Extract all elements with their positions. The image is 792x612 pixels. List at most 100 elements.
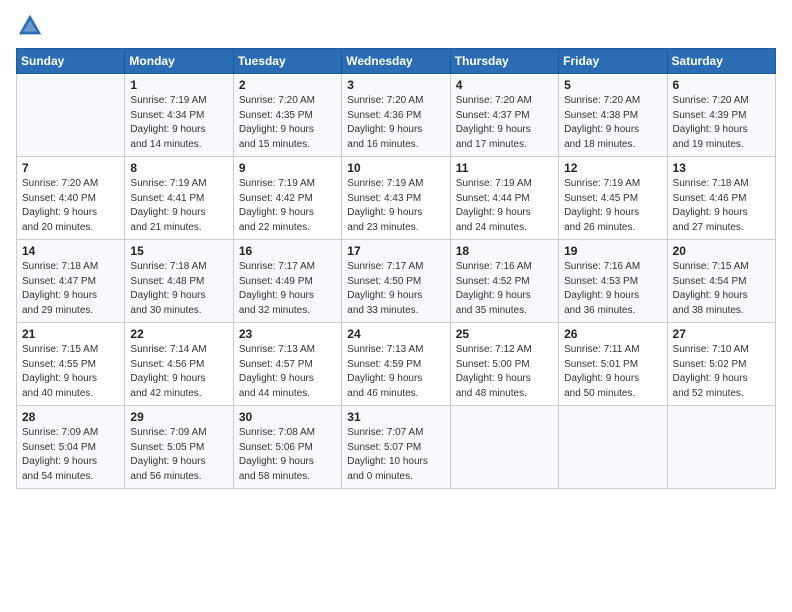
calendar-table: SundayMondayTuesdayWednesdayThursdayFrid… [16,48,776,489]
day-number: 14 [22,244,119,258]
calendar-cell: 13Sunrise: 7:18 AMSunset: 4:46 PMDayligh… [667,157,775,240]
cell-info: Sunrise: 7:19 AMSunset: 4:34 PMDaylight:… [130,94,227,152]
day-number: 27 [673,327,770,341]
calendar-cell: 25 Sunrise: 7:12 AMSunset: 5:00 PMDayligh… [450,323,558,406]
calendar-cell: 17 Sunrise: 7:17 AMSunset: 4:50 PMDayligh… [342,240,450,323]
cell-info: Sunrise: 7:19 AMSunset: 4:45 PMDaylight:… [564,177,661,235]
cell-info: Sunrise: 7:15 AMSunset: 4:55 PMDaylight:… [22,343,119,401]
cell-info: Sunrise: 7:14 AMSunset: 4:56 PMDaylight:… [130,343,227,401]
calendar-cell: 14 Sunrise: 7:18 AMSunset: 4:47 PMDayligh… [17,240,125,323]
day-number: 26 [564,327,661,341]
calendar-cell [450,406,558,489]
day-number: 5 [564,78,661,92]
day-number: 2 [239,78,336,92]
cell-info: Sunrise: 7:18 AMSunset: 4:46 PMDaylight:… [673,177,770,235]
cell-info: Sunrise: 7:13 AMSunset: 4:59 PMDaylight:… [347,343,444,401]
day-number: 7 [22,161,119,175]
calendar-cell [667,406,775,489]
cell-info: Sunrise: 7:07 AMSunset: 5:07 PMDaylight:… [347,426,444,484]
day-number: 17 [347,244,444,258]
col-header-wednesday: Wednesday [342,49,450,74]
day-number: 25 [456,327,553,341]
calendar-cell [559,406,667,489]
col-header-tuesday: Tuesday [233,49,341,74]
calendar-cell: 18Sunrise: 7:16 AMSunset: 4:52 PMDayligh… [450,240,558,323]
calendar-cell: 20 Sunrise: 7:15 AMSunset: 4:54 PMDayligh… [667,240,775,323]
cell-info: Sunrise: 7:09 AMSunset: 5:05 PMDaylight:… [130,426,227,484]
calendar-cell: 29Sunrise: 7:09 AMSunset: 5:05 PMDayligh… [125,406,233,489]
day-number: 20 [673,244,770,258]
day-number: 22 [130,327,227,341]
cell-info: Sunrise: 7:09 AMSunset: 5:04 PMDaylight:… [22,426,119,484]
cell-info: Sunrise: 7:18 AMSunset: 4:47 PMDaylight:… [22,260,119,318]
cell-info: Sunrise: 7:19 AMSunset: 4:43 PMDaylight:… [347,177,444,235]
cell-info: Sunrise: 7:20 AMSunset: 4:37 PMDaylight:… [456,94,553,152]
cell-info: Sunrise: 7:10 AMSunset: 5:02 PMDaylight:… [673,343,770,401]
day-number: 3 [347,78,444,92]
calendar-cell: 1 Sunrise: 7:19 AMSunset: 4:34 PMDaylight… [125,74,233,157]
cell-info: Sunrise: 7:17 AMSunset: 4:50 PMDaylight:… [347,260,444,318]
day-number: 18 [456,244,553,258]
logo-icon [16,12,44,40]
calendar-cell: 16Sunrise: 7:17 AMSunset: 4:49 PMDayligh… [233,240,341,323]
cell-info: Sunrise: 7:20 AMSunset: 4:40 PMDaylight:… [22,177,119,235]
header [16,12,776,40]
day-number: 1 [130,78,227,92]
col-header-sunday: Sunday [17,49,125,74]
calendar-cell: 26 Sunrise: 7:11 AMSunset: 5:01 PMDayligh… [559,323,667,406]
cell-info: Sunrise: 7:12 AMSunset: 5:00 PMDaylight:… [456,343,553,401]
page: SundayMondayTuesdayWednesdayThursdayFrid… [0,0,792,612]
cell-info: Sunrise: 7:19 AMSunset: 4:44 PMDaylight:… [456,177,553,235]
cell-info: Sunrise: 7:15 AMSunset: 4:54 PMDaylight:… [673,260,770,318]
calendar-cell: 4 Sunrise: 7:20 AMSunset: 4:37 PMDaylight… [450,74,558,157]
calendar-cell: 8Sunrise: 7:19 AMSunset: 4:41 PMDaylight… [125,157,233,240]
week-row-1: 7 Sunrise: 7:20 AMSunset: 4:40 PMDaylight… [17,157,776,240]
cell-info: Sunrise: 7:08 AMSunset: 5:06 PMDaylight:… [239,426,336,484]
calendar-cell: 6 Sunrise: 7:20 AMSunset: 4:39 PMDaylight… [667,74,775,157]
calendar-cell: 24 Sunrise: 7:13 AMSunset: 4:59 PMDayligh… [342,323,450,406]
calendar-cell: 23 Sunrise: 7:13 AMSunset: 4:57 PMDayligh… [233,323,341,406]
cell-info: Sunrise: 7:19 AMSunset: 4:42 PMDaylight:… [239,177,336,235]
day-number: 8 [130,161,227,175]
logo [16,12,48,40]
day-number: 4 [456,78,553,92]
cell-info: Sunrise: 7:11 AMSunset: 5:01 PMDaylight:… [564,343,661,401]
calendar-cell: 11 Sunrise: 7:19 AMSunset: 4:44 PMDayligh… [450,157,558,240]
day-number: 9 [239,161,336,175]
header-row: SundayMondayTuesdayWednesdayThursdayFrid… [17,49,776,74]
day-number: 31 [347,410,444,424]
day-number: 23 [239,327,336,341]
cell-info: Sunrise: 7:16 AMSunset: 4:53 PMDaylight:… [564,260,661,318]
cell-info: Sunrise: 7:18 AMSunset: 4:48 PMDaylight:… [130,260,227,318]
cell-info: Sunrise: 7:20 AMSunset: 4:38 PMDaylight:… [564,94,661,152]
col-header-thursday: Thursday [450,49,558,74]
day-number: 21 [22,327,119,341]
cell-info: Sunrise: 7:20 AMSunset: 4:35 PMDaylight:… [239,94,336,152]
day-number: 30 [239,410,336,424]
cell-info: Sunrise: 7:13 AMSunset: 4:57 PMDaylight:… [239,343,336,401]
day-number: 11 [456,161,553,175]
calendar-cell: 21 Sunrise: 7:15 AMSunset: 4:55 PMDayligh… [17,323,125,406]
calendar-cell: 22 Sunrise: 7:14 AMSunset: 4:56 PMDayligh… [125,323,233,406]
calendar-cell: 31 Sunrise: 7:07 AMSunset: 5:07 PMDayligh… [342,406,450,489]
calendar-cell: 3Sunrise: 7:20 AMSunset: 4:36 PMDaylight… [342,74,450,157]
day-number: 12 [564,161,661,175]
week-row-2: 14 Sunrise: 7:18 AMSunset: 4:47 PMDayligh… [17,240,776,323]
calendar-cell: 15Sunrise: 7:18 AMSunset: 4:48 PMDayligh… [125,240,233,323]
calendar-cell [17,74,125,157]
col-header-monday: Monday [125,49,233,74]
calendar-cell: 5 Sunrise: 7:20 AMSunset: 4:38 PMDaylight… [559,74,667,157]
calendar-cell: 30 Sunrise: 7:08 AMSunset: 5:06 PMDayligh… [233,406,341,489]
week-row-4: 28 Sunrise: 7:09 AMSunset: 5:04 PMDayligh… [17,406,776,489]
day-number: 24 [347,327,444,341]
calendar-cell: 2 Sunrise: 7:20 AMSunset: 4:35 PMDaylight… [233,74,341,157]
calendar-cell: 28 Sunrise: 7:09 AMSunset: 5:04 PMDayligh… [17,406,125,489]
calendar-cell: 9 Sunrise: 7:19 AMSunset: 4:42 PMDaylight… [233,157,341,240]
col-header-friday: Friday [559,49,667,74]
day-number: 6 [673,78,770,92]
week-row-0: 1 Sunrise: 7:19 AMSunset: 4:34 PMDaylight… [17,74,776,157]
day-number: 28 [22,410,119,424]
calendar-cell: 27 Sunrise: 7:10 AMSunset: 5:02 PMDayligh… [667,323,775,406]
cell-info: Sunrise: 7:20 AMSunset: 4:39 PMDaylight:… [673,94,770,152]
week-row-3: 21 Sunrise: 7:15 AMSunset: 4:55 PMDayligh… [17,323,776,406]
